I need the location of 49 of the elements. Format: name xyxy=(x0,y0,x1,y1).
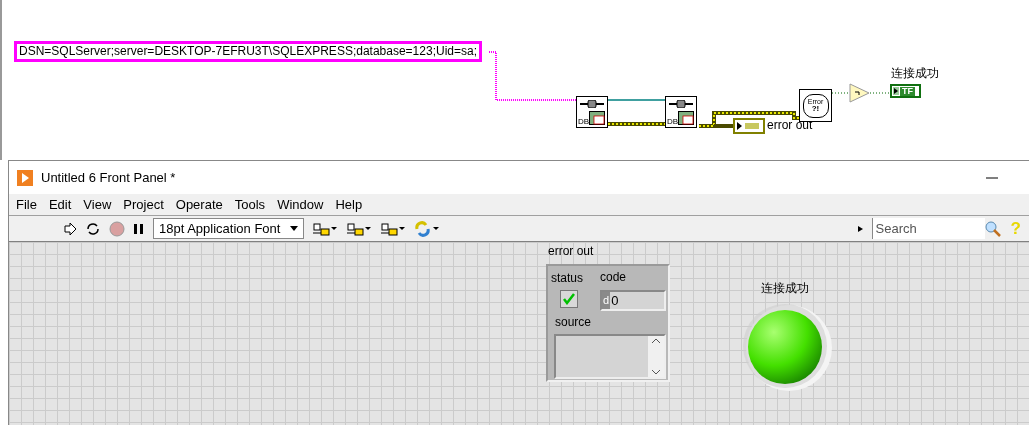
led-indicator[interactable] xyxy=(741,304,833,392)
connector-icon xyxy=(580,100,604,108)
menu-item[interactable]: File xyxy=(10,194,43,215)
cluster-label: error out xyxy=(548,245,594,257)
source-field[interactable] xyxy=(554,334,666,379)
terminal-text: TF xyxy=(900,86,915,96)
source-label: source xyxy=(555,316,592,328)
align-tool-icon[interactable] xyxy=(380,220,407,237)
led-label: 连接成功 xyxy=(761,282,809,294)
menu-item[interactable]: Edit xyxy=(42,194,78,215)
window-title: Untitled 6 Front Panel * xyxy=(41,168,176,187)
code-value: 0 xyxy=(610,291,619,310)
radix-indicator: d xyxy=(602,292,611,309)
status-checkbox[interactable] xyxy=(560,290,578,308)
check-icon xyxy=(563,293,575,305)
code-field[interactable]: d0 xyxy=(600,290,666,311)
menu-item[interactable]: Tools xyxy=(228,194,272,215)
reorder-icon[interactable] xyxy=(414,220,441,237)
menu-item[interactable]: View xyxy=(77,194,118,215)
node-label: DB xyxy=(667,118,679,126)
align-tool-icon[interactable] xyxy=(346,220,373,237)
terminal-label: 连接成功 xyxy=(891,67,939,79)
status-label: status xyxy=(551,272,583,284)
scrollbar[interactable] xyxy=(648,336,664,377)
not-function-icon xyxy=(848,83,870,103)
node-label: DB xyxy=(578,118,590,126)
align-tool-icon[interactable] xyxy=(312,220,339,237)
menu-item[interactable]: Help xyxy=(329,194,369,215)
code-label: code xyxy=(600,271,627,283)
string-constant: DSN=SQLServer;server=DESKTOP-7EFRU3T\SQLEXPRESS;database=123;Uid=sa; xyxy=(14,41,482,62)
table-icon xyxy=(678,111,694,125)
pause-icon[interactable] xyxy=(133,222,145,235)
palette-arrow-icon[interactable] xyxy=(857,224,864,233)
menu-item[interactable]: Operate xyxy=(169,194,229,215)
table-icon xyxy=(589,111,605,125)
terminal-label: error out xyxy=(767,119,813,131)
terminal-icon xyxy=(893,87,899,95)
node-mark: ?! xyxy=(811,105,820,113)
search-field[interactable]: Search xyxy=(872,218,985,239)
connector-icon xyxy=(669,100,693,108)
caret-icon xyxy=(290,226,299,231)
terminal-icon xyxy=(737,122,761,130)
font-dropdown[interactable]: 18pt Application Font xyxy=(153,218,305,239)
run-continuously-icon[interactable] xyxy=(85,221,101,236)
search-icon xyxy=(984,220,1001,237)
menu-item[interactable]: Project xyxy=(117,194,170,215)
menu-item[interactable]: Window xyxy=(271,194,330,215)
app-icon xyxy=(17,169,33,186)
run-icon[interactable] xyxy=(63,221,77,236)
